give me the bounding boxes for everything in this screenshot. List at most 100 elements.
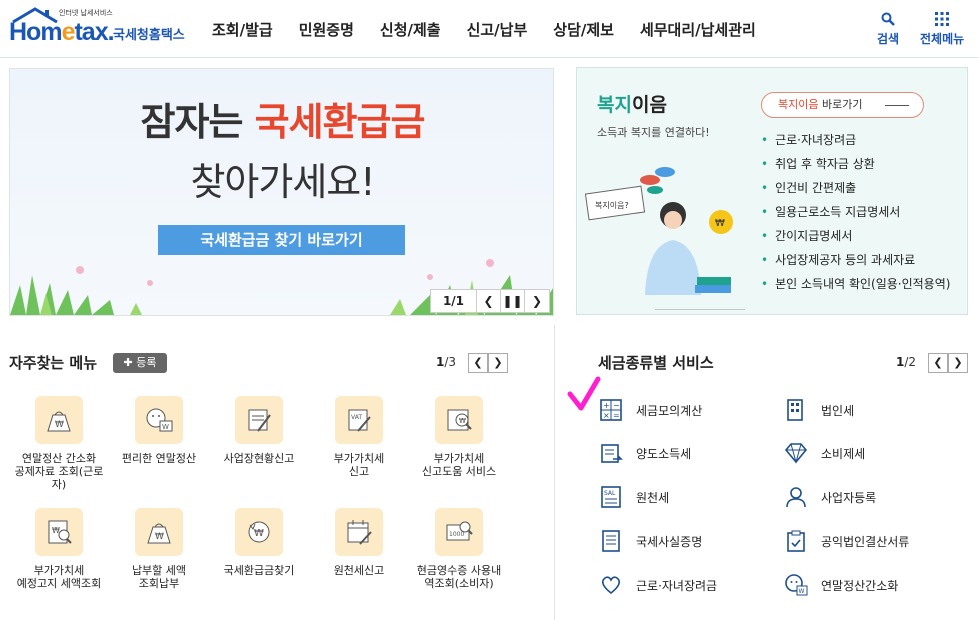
svg-text:₩: ₩ xyxy=(715,218,725,229)
chevron-right-icon[interactable]: ❯ xyxy=(488,353,508,373)
column-divider xyxy=(554,325,555,620)
tax-service-item[interactable]: 법인세 xyxy=(783,397,854,423)
face-w-icon: W xyxy=(783,572,809,598)
grid-menu-icon xyxy=(935,12,950,26)
banner-page-indicator: 1/1 xyxy=(431,290,477,312)
svg-text:×: × xyxy=(603,411,610,420)
chevron-left-icon[interactable]: ❮ xyxy=(468,353,488,373)
nav-item[interactable]: 민원증명 xyxy=(299,19,354,40)
won-refresh-icon: ₩ xyxy=(235,508,283,556)
svg-text:VAT: VAT xyxy=(351,414,362,421)
svg-text:₩: ₩ xyxy=(254,528,264,539)
tax-service-item[interactable]: SAL 원천세 xyxy=(598,484,669,510)
tax-service-item[interactable]: 국세사실증명 xyxy=(598,528,702,554)
favorite-item[interactable]: 사업장현황신고 xyxy=(209,396,309,465)
tax-service-label: 사업자등록 xyxy=(821,490,877,505)
tax-service-label: 공익법인결산서류 xyxy=(821,534,910,549)
certificate-document-icon xyxy=(598,528,624,554)
transfer-document-icon xyxy=(598,440,624,466)
receipt-search-icon: 1000 xyxy=(435,508,483,556)
won-search-icon: ₩ xyxy=(435,396,483,444)
svg-text:₩: ₩ xyxy=(459,417,466,425)
favorite-label: 부가가치세 신고 xyxy=(333,452,385,478)
search-icon xyxy=(881,12,895,26)
arrow-right-icon xyxy=(885,105,909,106)
welfare-list: 근로·자녀장려금 취업 후 학자금 상환 인건비 간편제출 일용근로소득 지급명… xyxy=(761,128,950,296)
svg-text:₩: ₩ xyxy=(55,420,64,430)
chevron-right-icon[interactable]: ❯ xyxy=(948,353,968,373)
plus-icon: ✚ xyxy=(123,356,137,369)
favorite-item[interactable]: VAT 부가가치세 신고 xyxy=(309,396,409,478)
favorite-label: 현금영수증 사용내 역조회(소비자) xyxy=(416,564,502,590)
bag-icon: ₩ xyxy=(135,508,183,556)
favorite-item[interactable]: 원천세신고 xyxy=(309,508,409,577)
pause-icon[interactable]: ❚❚ xyxy=(501,290,525,312)
nav-item[interactable]: 상담/제보 xyxy=(553,19,614,40)
calendar-pen-icon xyxy=(335,508,383,556)
checkmark-annotation xyxy=(567,376,601,411)
favorite-item[interactable]: ₩ 국세환급금찾기 xyxy=(209,508,309,577)
logo-subtitle: 인터넷 납세서비스 xyxy=(59,9,113,17)
svg-text:₩: ₩ xyxy=(155,532,164,542)
svg-text:1000: 1000 xyxy=(449,531,464,538)
refund-banner[interactable]: 잠자는 국세환급금 찾아가세요! 국세환급금 찾기 바로가기 1/1 ❮ ❚❚ … xyxy=(9,68,554,316)
favorite-label: 사업장현황신고 xyxy=(223,452,295,465)
header: 인터넷 납세서비스 Hometax. 국세청홈택스 조회/발급 민원증명 신청/… xyxy=(0,0,979,58)
banner-headline: 잠자는 국세환급금 xyxy=(140,100,426,144)
nav-item[interactable]: 신고/납부 xyxy=(467,19,528,40)
welfare-go-button[interactable]: 복지이음 바로가기 xyxy=(761,92,924,118)
welfare-subtitle: 소득과 복지를 연결하다! xyxy=(597,126,710,139)
welfare-link[interactable]: 간이지급명세서 xyxy=(761,224,950,248)
welfare-link[interactable]: 일용근로소득 지급명세서 xyxy=(761,200,950,224)
favorite-label: 연말정산 간소화 공제자료 조회(근로 자) xyxy=(14,452,104,491)
svg-text:=: = xyxy=(613,411,620,420)
banner-subheadline: 찾아가세요! xyxy=(190,160,375,204)
building-icon xyxy=(783,397,809,423)
favorite-item[interactable]: ₩ 부가가치세 신고도움 서비스 xyxy=(409,396,509,478)
favorite-item[interactable]: 1000 현금영수증 사용내 역조회(소비자) xyxy=(409,508,509,590)
sign-text: 복지이음? xyxy=(595,200,629,210)
tax-service-item[interactable]: 공익법인결산서류 xyxy=(783,528,909,554)
bag-icon: ₩ xyxy=(35,396,83,444)
tax-service-label: 양도소득세 xyxy=(636,446,692,461)
welfare-link[interactable]: 사업장제공자 등의 과세자료 xyxy=(761,248,950,272)
welfare-link[interactable]: 인건비 간편제출 xyxy=(761,176,950,200)
favorite-item[interactable]: ₩ 납부할 세액 조회납부 xyxy=(109,508,209,590)
won-doc-search-icon: ₩ xyxy=(35,508,83,556)
tax-service-item[interactable]: 소비제세 xyxy=(783,440,865,466)
person-icon xyxy=(783,484,809,510)
welfare-link[interactable]: 본인 소득내역 확인(일용·인적용역) xyxy=(761,272,950,296)
next-arrow-icon[interactable]: ❯ xyxy=(525,290,549,312)
welfare-link[interactable]: 취업 후 학자금 상환 xyxy=(761,152,950,176)
tax-service-item[interactable]: + − × = 세금모의계산 xyxy=(598,397,702,423)
tax-service-label: 세금모의계산 xyxy=(636,403,703,418)
favorite-label: 부가가치세 예정고지 세액조회 xyxy=(16,564,102,590)
register-button[interactable]: ✚ 등록 xyxy=(113,353,167,373)
refund-search-button[interactable]: 국세환급금 찾기 바로가기 xyxy=(158,225,405,255)
favorite-item[interactable]: ₩ 부가가치세 예정고지 세액조회 xyxy=(9,508,109,590)
chevron-left-icon[interactable]: ❮ xyxy=(928,353,948,373)
prev-arrow-icon[interactable]: ❮ xyxy=(477,290,501,312)
tax-service-label: 원천세 xyxy=(636,490,670,505)
tax-service-label: 소비제세 xyxy=(821,446,866,461)
tax-services-pager: 1/2 xyxy=(896,355,917,369)
nav-item[interactable]: 세무대리/납세관리 xyxy=(640,19,756,40)
tax-service-item[interactable]: W 연말정산간소화 xyxy=(783,572,898,598)
tax-service-label: 연말정산간소화 xyxy=(821,578,899,593)
favorites-pager: 1/3 xyxy=(436,355,457,369)
svg-text:W: W xyxy=(162,423,169,431)
all-menu-button[interactable]: 전체메뉴 xyxy=(920,10,964,47)
tax-service-item[interactable]: 사업자등록 xyxy=(783,484,876,510)
nav-item[interactable]: 신청/제출 xyxy=(380,19,441,40)
hometax-logo[interactable]: 인터넷 납세서비스 Hometax. 국세청홈택스 xyxy=(9,7,194,49)
search-button[interactable]: 검색 xyxy=(877,10,899,47)
favorite-item[interactable]: ₩ 연말정산 간소화 공제자료 조회(근로 자) xyxy=(9,396,109,491)
tax-service-item[interactable]: 근로·자녀장려금 xyxy=(598,572,717,598)
all-menu-label: 전체메뉴 xyxy=(920,32,965,46)
heart-hands-icon xyxy=(598,572,624,598)
welfare-link[interactable]: 근로·자녀장려금 xyxy=(761,128,950,152)
tax-service-item[interactable]: 양도소득세 xyxy=(598,440,691,466)
nav-item[interactable]: 조회/발급 xyxy=(212,19,273,40)
favorite-item[interactable]: W 편리한 연말정산 xyxy=(109,396,209,465)
welfare-title: 복지이음 xyxy=(597,94,667,116)
